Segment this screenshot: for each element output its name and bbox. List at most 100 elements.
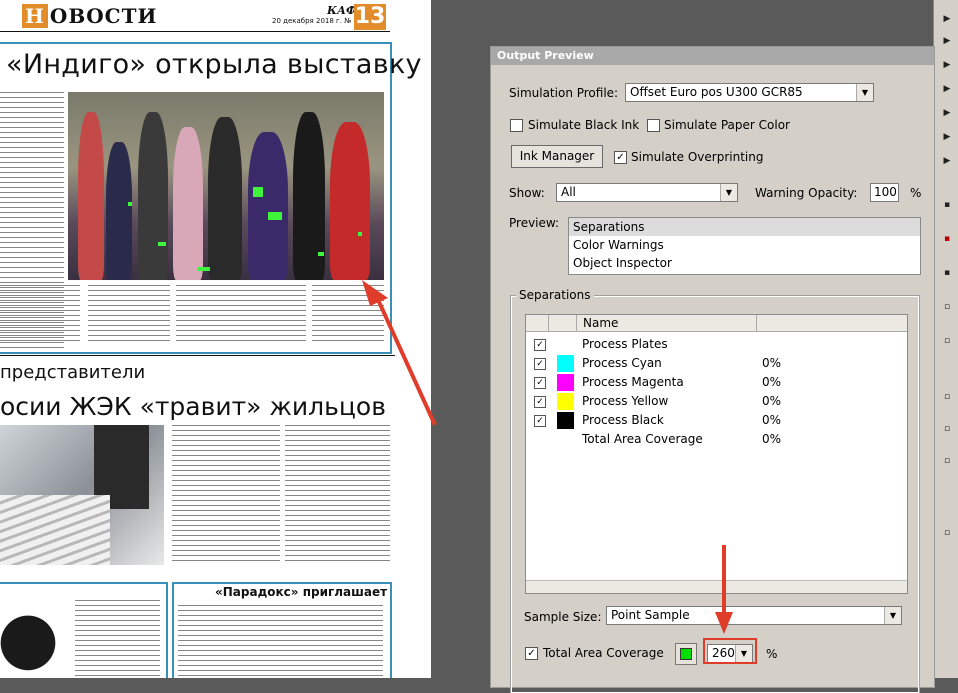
separation-row-black[interactable]: ✓ Process Black 0% [526,411,907,430]
chevron-down-icon: ▼ [735,645,752,662]
text-column [178,605,383,678]
simulate-overprinting-checkbox[interactable]: ✓ [614,151,627,164]
header-divider [548,315,549,331]
gamut-warning-pixel [318,252,324,256]
expand-arrow-icon[interactable]: ▶ [938,80,956,98]
tool-icon[interactable]: ▫ [938,298,956,316]
chevron-down-icon: ▼ [720,184,737,201]
simulate-overprinting-label: Simulate Overprinting [631,150,764,164]
magenta-checkbox[interactable]: ✓ [534,377,546,389]
section-title: Н ОВОСТИ [22,4,157,28]
stairwell-photo [0,425,164,565]
simulation-profile-select[interactable]: Offset Euro pos U300 GCR85 ▼ [625,83,874,102]
headline-paradox: «Парадокс» приглашает [215,585,388,599]
warning-opacity-label: Warning Opacity: [755,186,858,200]
tool-icon[interactable]: ▫ [938,420,956,438]
sample-size-select[interactable]: Point Sample ▼ [606,606,902,625]
person [138,112,168,280]
tool-icon[interactable]: ▪ [938,230,956,248]
preview-option-object-inspector[interactable]: Object Inspector [569,254,920,272]
preview-option-separations[interactable]: Separations [569,218,920,236]
separation-row-cyan[interactable]: ✓ Process Cyan 0% [526,354,907,373]
preview-label: Preview: [509,216,560,230]
separation-value: 0% [762,394,782,408]
tac-color-swatch[interactable] [675,643,697,665]
tool-icon[interactable]: ▫ [938,332,956,350]
separations-group-label: Separations [516,288,594,302]
simulate-black-ink-label: Simulate Black Ink [528,118,640,132]
headline-indigo: «Индиго» открыла выставку [6,49,422,80]
preview-option-color-warnings[interactable]: Color Warnings [569,236,920,254]
simulate-paper-color-checkbox[interactable] [647,119,660,132]
sample-size-label: Sample Size: [524,610,602,624]
black-swatch [557,412,574,429]
show-select[interactable]: All ▼ [556,183,738,202]
gamut-warning-pixel [253,187,263,197]
separation-name: Process Yellow [582,394,669,408]
separation-row-plates[interactable]: ✓ Process Plates [526,335,907,354]
page-number: 13 [354,4,386,30]
person [78,112,104,280]
expand-arrow-icon[interactable]: ▶ [938,32,956,50]
dialog-title[interactable]: Output Preview [491,47,934,65]
separation-name: Process Magenta [582,375,684,389]
tool-icon[interactable]: ▪ [938,264,956,282]
separation-row-total[interactable]: Total Area Coverage 0% [526,430,907,449]
person [248,132,288,280]
tac-value: 260 [712,646,735,660]
text-column [0,285,80,345]
separations-header: Name [526,315,907,332]
separation-value: 0% [762,413,782,427]
expand-arrow-icon[interactable]: ▶ [938,152,956,170]
simulation-profile-value: Offset Euro pos U300 GCR85 [630,85,803,99]
stairs [0,495,110,565]
person [173,127,203,280]
tool-icon[interactable]: ▫ [938,452,956,470]
gamut-warning-pixel [358,232,362,236]
headline-zhek: осии ЖЭК «травит» жильцов [0,392,386,421]
text-column [176,285,306,345]
group-photo [68,92,384,280]
expand-arrow-icon[interactable]: ▶ [938,104,956,122]
tac-value-select[interactable]: 260 ▼ [707,644,753,663]
simulation-profile-label: Simulation Profile: [509,86,619,100]
dog-photo [0,600,70,678]
warning-opacity-input[interactable]: 100 [870,183,899,202]
separation-row-yellow[interactable]: ✓ Process Yellow 0% [526,392,907,411]
yellow-checkbox[interactable]: ✓ [534,396,546,408]
black-checkbox[interactable]: ✓ [534,415,546,427]
separation-value: 0% [762,432,782,446]
plates-checkbox[interactable]: ✓ [534,339,546,351]
expand-arrow-icon[interactable]: ▶ [938,128,956,146]
separation-row-magenta[interactable]: ✓ Process Magenta 0% [526,373,907,392]
horizontal-scrollbar[interactable] [526,580,907,593]
col-name-header[interactable]: Name [583,316,618,330]
cyan-checkbox[interactable]: ✓ [534,358,546,370]
text-column [88,285,170,345]
expand-arrow-icon[interactable]: ▶ [938,56,956,74]
text-column [75,600,160,678]
simulate-black-ink-checkbox[interactable] [510,119,523,132]
ink-manager-button[interactable]: Ink Manager [511,145,603,168]
preview-list: Separations Color Warnings Object Inspec… [568,217,921,275]
total-area-coverage-checkbox[interactable]: ✓ [525,647,538,660]
separation-name: Process Black [582,413,664,427]
tool-icon[interactable]: ▫ [938,524,956,542]
column-rule [0,355,395,356]
sample-size-value: Point Sample [611,608,690,622]
separations-table: Name ✓ Process Plates ✓ Process Cyan 0% … [525,314,908,594]
header-divider [756,315,757,331]
separation-value: 0% [762,356,782,370]
output-preview-dialog: Output Preview Simulation Profile: Offse… [490,46,935,693]
header-divider [576,315,577,331]
person [208,117,242,280]
separation-name: Process Cyan [582,356,662,370]
warning-opacity-percent: % [910,186,922,200]
tool-icon[interactable]: ▫ [938,388,956,406]
total-area-coverage-label: Total Area Coverage [543,646,664,660]
text-column [285,425,390,565]
section-initial: Н [22,4,48,28]
tool-icon[interactable]: ▪ [938,196,956,214]
magenta-swatch [557,374,574,391]
expand-arrow-icon[interactable]: ▶ [938,10,956,28]
